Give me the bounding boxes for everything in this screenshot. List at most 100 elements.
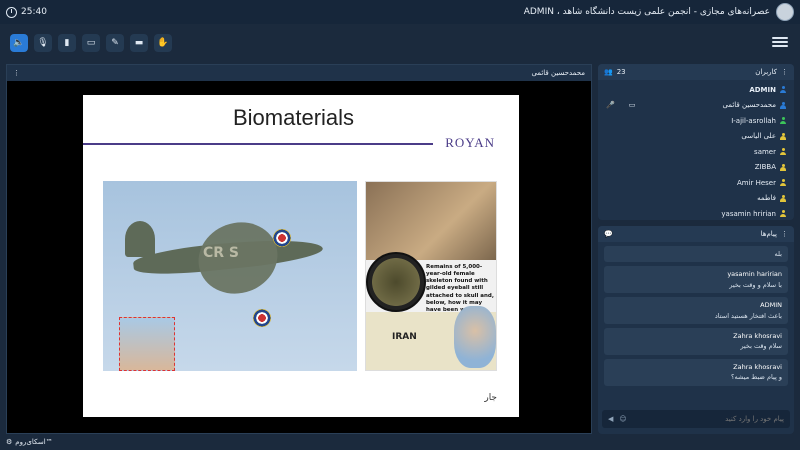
room-title: ADMIN ، عصرانه‌های مجازی - انجمن علمی زی… <box>523 7 770 17</box>
user-name-wrap: I-ajil-asrollah <box>731 117 786 125</box>
map-label: IRAN <box>392 332 417 342</box>
user-name-wrap: yasamin hririan <box>721 210 786 218</box>
user-name-wrap: ZIBBA <box>755 163 786 171</box>
plane-marking: CR S <box>203 245 240 261</box>
person-icon <box>780 179 786 187</box>
users-group-icon: 👥 <box>604 68 613 76</box>
chat-message: Zahra khosravi و پیام ضبط میشه؟ <box>604 358 788 386</box>
user-row[interactable]: yasamin hririan <box>606 206 786 220</box>
chat-panel: 💬 پیام‌ها ⋮ بله yasamin haririan با سلام … <box>598 226 794 434</box>
user-name-wrap: علی الیاسی <box>741 132 786 140</box>
folder-button[interactable]: ▬ <box>130 34 148 52</box>
message-text: و پیام ضبط میشه؟ <box>731 373 782 382</box>
presentation-header: ⋮ محمدحسین قائمی <box>7 65 591 81</box>
skull-photo <box>366 182 496 260</box>
user-row[interactable]: 🎤 ▭ محمدحسین قائمی <box>606 98 786 114</box>
emoji-icon[interactable]: ☺ <box>619 415 626 423</box>
users-title: کاربران <box>755 68 777 76</box>
clock-text: 25:40 <box>21 7 47 17</box>
chat-title: پیام‌ها <box>760 230 777 238</box>
user-row[interactable]: فاطمه <box>606 191 786 207</box>
send-icon[interactable]: ◀ <box>608 415 613 423</box>
panel-options-icon[interactable]: ⋮ <box>13 69 20 77</box>
users-header: 👥 23 کاربران ⋮ <box>598 64 794 80</box>
chat-message: yasamin haririan با سلام و وقت بخیر <box>604 266 788 294</box>
presentation-panel: ⋮ محمدحسین قائمی Biomaterials ROYAN CR S… <box>6 64 592 434</box>
chat-input[interactable] <box>632 415 784 423</box>
person-icon <box>780 194 786 202</box>
contact-lens-inset <box>119 317 175 371</box>
user-name: علی الیاسی <box>741 132 776 141</box>
user-row[interactable]: I-ajil-asrollah <box>606 113 786 129</box>
user-name: I-ajil-asrollah <box>731 116 776 125</box>
user-name-wrap: محمدحسین قائمی <box>722 101 786 109</box>
chat-bubble-icon: 💬 <box>604 230 613 238</box>
folder-icon: ▬ <box>134 38 144 48</box>
presenter-name: محمدحسین قائمی <box>531 69 585 77</box>
users-count: 23 <box>616 68 626 76</box>
room-title-area: ADMIN ، عصرانه‌های مجازی - انجمن علمی زی… <box>524 3 794 21</box>
mic-button[interactable]: 🎙 <box>34 34 52 52</box>
users-panel: 👥 23 کاربران ⋮ ADMIN 🎤 ▭ محمدحسین قائمی I-aj… <box>598 64 794 220</box>
speaker-icon: 🔈 <box>13 38 25 48</box>
slide: Biomaterials ROYAN CR S Remains of 5,000… <box>83 95 519 417</box>
hand-icon: ✋ <box>157 38 169 48</box>
panel-options-icon[interactable]: ⋮ <box>781 68 788 76</box>
chat-message: ADMIN باعث افتخار هستید استاد <box>604 297 788 324</box>
user-row[interactable]: علی الیاسی <box>606 129 786 145</box>
screen-share-button[interactable]: ▭ <box>82 34 100 52</box>
user-row[interactable]: ZIBBA <box>606 160 786 176</box>
person-icon <box>780 86 786 94</box>
panel-options-icon[interactable]: ⋮ <box>781 230 788 238</box>
person-icon <box>780 163 786 171</box>
screen-icon: ▭ <box>628 101 636 110</box>
session-timer: 25:40 <box>6 6 47 18</box>
user-row[interactable]: ADMIN <box>606 82 786 98</box>
chat-message: Zahra khosravi سلام وقت بخیر <box>604 327 788 355</box>
user-row[interactable]: Amir Heser <box>606 175 786 191</box>
brand-text: اسکای‌روم™ <box>15 438 53 446</box>
speaker-button[interactable]: 🔈 <box>10 34 28 52</box>
chat-message: بله <box>604 246 788 263</box>
mic-icon: 🎤 <box>606 101 615 110</box>
raise-hand-button[interactable]: ✋ <box>154 34 172 52</box>
user-name-wrap: ADMIN <box>749 86 786 94</box>
camera-off-icon: ▮ <box>64 38 70 48</box>
reconstruction-photo <box>454 306 496 368</box>
menu-icon-line <box>772 37 788 39</box>
menu-button[interactable] <box>772 34 788 50</box>
message-sender: Zahra khosravi <box>733 362 782 371</box>
roundel-icon <box>273 229 291 247</box>
pen-icon: ✎ <box>111 38 119 48</box>
user-row[interactable]: samer <box>606 144 786 160</box>
toolbar: 🔈 🎙 ▮ ▭ ✎ ▬ ✋ <box>0 28 800 58</box>
user-name: yasamin hririan <box>721 209 776 218</box>
person-icon <box>780 101 786 109</box>
message-sender: ADMIN <box>760 301 782 310</box>
pen-button[interactable]: ✎ <box>106 34 124 52</box>
person-icon <box>780 148 786 156</box>
user-status-icons: 🎤 ▭ <box>606 101 635 109</box>
chat-header: 💬 پیام‌ها ⋮ <box>598 226 794 242</box>
roundel-icon <box>253 309 271 327</box>
message-sender: yasamin haririan <box>727 270 782 279</box>
user-name: محمدحسین قائمی <box>722 101 776 110</box>
message-text: با سلام و وقت بخیر <box>729 280 782 289</box>
message-text: سلام وقت بخیر <box>740 342 782 351</box>
camera-button[interactable]: ▮ <box>58 34 76 52</box>
top-bar: 25:40 ADMIN ، عصرانه‌های مجازی - انجمن ع… <box>0 0 800 24</box>
person-icon <box>780 117 786 125</box>
slide-footer-logo: جار <box>484 393 497 403</box>
users-list: ADMIN 🎤 ▭ محمدحسین قائمی I-ajil-asrollah علی … <box>598 80 794 220</box>
user-avatar[interactable] <box>776 3 794 21</box>
mic-off-icon: 🎙 <box>37 38 49 48</box>
person-icon <box>780 132 786 140</box>
user-name: ADMIN <box>749 85 776 94</box>
spitfire-image: CR S <box>103 181 357 371</box>
user-name-wrap: فاطمه <box>757 194 786 202</box>
user-name-wrap: Amir Heser <box>737 179 786 187</box>
menu-icon-line <box>772 45 788 47</box>
slide-divider <box>83 143 433 145</box>
user-name: samer <box>754 147 776 156</box>
slide-title: Biomaterials <box>233 105 355 130</box>
